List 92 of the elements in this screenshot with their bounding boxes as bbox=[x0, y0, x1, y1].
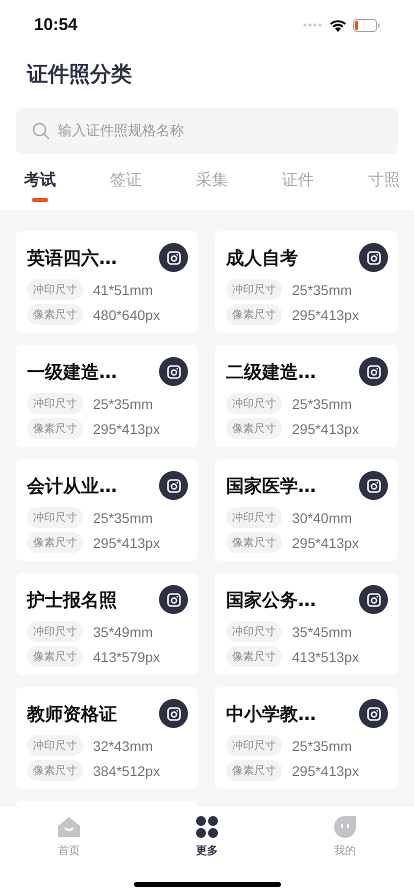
print-size-value: 25*35mm bbox=[93, 396, 153, 412]
card-title: 教师资格证 bbox=[27, 702, 117, 726]
photo-spec-card[interactable]: 成人自考 冲印尺寸 25*35mm 像素尺寸 295*413px bbox=[215, 231, 398, 333]
camera-button[interactable] bbox=[159, 357, 188, 386]
photo-spec-card[interactable]: 教师资格证 冲印尺寸 32*43mm 像素尺寸 384*512px bbox=[16, 687, 198, 789]
pixel-size-value: 295*413px bbox=[93, 420, 160, 436]
clover-icon bbox=[195, 815, 219, 839]
photo-spec-card[interactable]: 会计从业… 冲印尺寸 25*35mm 像素尺寸 295*413px bbox=[16, 459, 198, 561]
card-title: 国家公务… bbox=[226, 588, 316, 612]
pixel-size-value: 295*413px bbox=[93, 534, 160, 550]
print-size-label: 冲印尺寸 bbox=[226, 735, 282, 756]
category-tab[interactable]: 考试 bbox=[24, 164, 56, 204]
photo-spec-card[interactable]: 护士报名照 冲印尺寸 35*49mm 像素尺寸 413*579px bbox=[16, 573, 198, 675]
camera-button[interactable] bbox=[159, 471, 188, 500]
print-size-value: 35*49mm bbox=[93, 624, 153, 640]
camera-button[interactable] bbox=[159, 699, 188, 728]
photo-spec-card[interactable]: 国家医学… 冲印尺寸 30*40mm 像素尺寸 295*413px bbox=[215, 459, 398, 561]
card-title: 国家医学… bbox=[226, 474, 316, 498]
camera-button[interactable] bbox=[159, 585, 188, 614]
pixel-size-label: 像素尺寸 bbox=[226, 418, 282, 439]
print-size-value: 25*35mm bbox=[292, 282, 352, 298]
pixel-size-value: 413*579px bbox=[93, 648, 160, 664]
battery-icon bbox=[353, 18, 380, 32]
camera-icon bbox=[166, 706, 180, 720]
print-size-value: 25*35mm bbox=[93, 510, 153, 526]
camera-button[interactable] bbox=[359, 585, 388, 614]
pixel-size-label: 像素尺寸 bbox=[27, 646, 83, 667]
photo-spec-card[interactable]: 国家公务… 冲印尺寸 35*45mm 像素尺寸 413*513px bbox=[215, 573, 398, 675]
camera-button[interactable] bbox=[359, 471, 388, 500]
pixel-size-value: 295*413px bbox=[292, 534, 359, 550]
photo-spec-card[interactable]: 二级建造… 冲印尺寸 25*35mm 像素尺寸 295*413px bbox=[215, 345, 398, 447]
camera-icon bbox=[166, 592, 180, 606]
print-size-value: 25*35mm bbox=[292, 396, 352, 412]
print-size-label: 冲印尺寸 bbox=[27, 621, 83, 642]
camera-button[interactable] bbox=[359, 243, 388, 272]
pixel-size-label: 像素尺寸 bbox=[226, 760, 282, 781]
pixel-size-label: 像素尺寸 bbox=[226, 646, 282, 667]
print-size-label: 冲印尺寸 bbox=[226, 393, 282, 414]
pixel-size-label: 像素尺寸 bbox=[27, 304, 83, 325]
camera-button[interactable] bbox=[359, 699, 388, 728]
status-time: 10:54 bbox=[34, 15, 78, 35]
card-title: 会计从业… bbox=[27, 474, 117, 498]
wifi-icon bbox=[329, 18, 347, 32]
print-size-label: 冲印尺寸 bbox=[27, 279, 83, 300]
pixel-size-value: 295*413px bbox=[292, 762, 359, 778]
signal-icon bbox=[303, 23, 323, 27]
pixel-size-value: 295*413px bbox=[292, 420, 359, 436]
search-field[interactable]: 输入证件照规格名称 bbox=[16, 108, 398, 154]
photo-spec-card[interactable]: 一级建造… 冲印尺寸 25*35mm 像素尺寸 295*413px bbox=[16, 345, 198, 447]
camera-button[interactable] bbox=[359, 357, 388, 386]
print-size-label: 冲印尺寸 bbox=[27, 507, 83, 528]
camera-icon bbox=[166, 478, 180, 492]
print-size-value: 41*51mm bbox=[93, 282, 153, 298]
card-title: 英语四六… bbox=[27, 246, 117, 270]
pixel-size-value: 413*513px bbox=[292, 648, 359, 664]
print-size-value: 35*45mm bbox=[292, 624, 352, 640]
print-size-label: 冲印尺寸 bbox=[27, 735, 83, 756]
camera-icon bbox=[166, 364, 180, 378]
camera-icon bbox=[366, 706, 380, 720]
card-title: 中小学教… bbox=[226, 702, 316, 726]
home-icon bbox=[57, 815, 81, 839]
print-size-value: 32*43mm bbox=[93, 738, 153, 754]
pixel-size-label: 像素尺寸 bbox=[27, 760, 83, 781]
pixel-size-value: 480*640px bbox=[93, 306, 160, 322]
print-size-label: 冲印尺寸 bbox=[27, 393, 83, 414]
photo-spec-card[interactable]: 中小学教… 冲印尺寸 25*35mm 像素尺寸 295*413px bbox=[215, 687, 398, 789]
print-size-label: 冲印尺寸 bbox=[226, 621, 282, 642]
pixel-size-label: 像素尺寸 bbox=[27, 418, 83, 439]
page-title: 证件照分类 bbox=[27, 61, 133, 88]
print-size-label: 冲印尺寸 bbox=[226, 279, 282, 300]
pixel-size-label: 像素尺寸 bbox=[226, 532, 282, 553]
camera-icon bbox=[366, 250, 380, 264]
card-title: 二级建造… bbox=[226, 360, 316, 384]
nav-tab[interactable]: 更多 bbox=[177, 815, 237, 863]
photo-spec-card[interactable]: 英语四六… 冲印尺寸 41*51mm 像素尺寸 480*640px bbox=[16, 231, 198, 333]
card-title: 成人自考 bbox=[226, 246, 298, 270]
pixel-size-value: 384*512px bbox=[93, 762, 160, 778]
card-title: 护士报名照 bbox=[27, 588, 117, 612]
camera-icon bbox=[366, 478, 380, 492]
pixel-size-label: 像素尺寸 bbox=[27, 532, 83, 553]
print-size-label: 冲印尺寸 bbox=[226, 507, 282, 528]
camera-icon bbox=[166, 250, 180, 264]
pixel-size-value: 295*413px bbox=[292, 306, 359, 322]
camera-icon bbox=[366, 364, 380, 378]
print-size-value: 25*35mm bbox=[292, 738, 352, 754]
print-size-value: 30*40mm bbox=[292, 510, 352, 526]
card-title: 一级建造… bbox=[27, 360, 117, 384]
pixel-size-label: 像素尺寸 bbox=[226, 304, 282, 325]
camera-icon bbox=[366, 592, 380, 606]
chat-face-icon bbox=[333, 815, 357, 839]
search-icon bbox=[32, 122, 50, 140]
camera-button[interactable] bbox=[159, 243, 188, 272]
